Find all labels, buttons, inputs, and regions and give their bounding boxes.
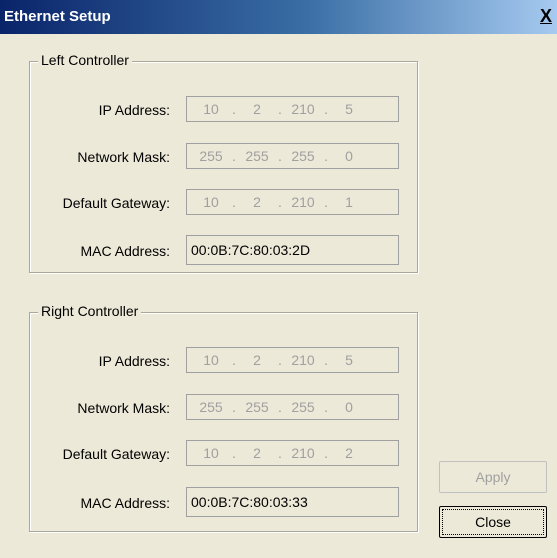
left-ip-address-field[interactable]: 10. 2. 210. 5 bbox=[186, 96, 399, 122]
left-mac-address-value: 00:0B:7C:80:03:2D bbox=[186, 235, 399, 265]
right-mac-address-value: 00:0B:7C:80:03:33 bbox=[186, 487, 399, 517]
ip-octet[interactable]: 5 bbox=[331, 352, 367, 368]
right-mask-label: Network Mask: bbox=[77, 400, 170, 416]
mask-octet[interactable]: 255 bbox=[239, 399, 275, 415]
close-window-icon[interactable]: X bbox=[537, 6, 555, 26]
right-network-mask-field[interactable]: 255. 255. 255. 0 bbox=[186, 394, 399, 420]
right-gateway-label: Default Gateway: bbox=[62, 446, 170, 462]
mask-octet[interactable]: 255 bbox=[285, 399, 321, 415]
ip-octet[interactable]: 210 bbox=[285, 101, 321, 117]
right-default-gateway-field[interactable]: 10. 2. 210. 2 bbox=[186, 440, 399, 466]
gateway-octet[interactable]: 2 bbox=[239, 194, 275, 210]
gateway-octet[interactable]: 1 bbox=[331, 194, 367, 210]
gateway-octet[interactable]: 210 bbox=[285, 445, 321, 461]
gateway-octet[interactable]: 10 bbox=[193, 445, 229, 461]
left-default-gateway-field[interactable]: 10. 2. 210. 1 bbox=[186, 189, 399, 215]
right-controller-title: Right Controller bbox=[38, 303, 142, 319]
ip-octet[interactable]: 10 bbox=[193, 101, 229, 117]
gateway-octet[interactable]: 10 bbox=[193, 194, 229, 210]
left-ip-label: IP Address: bbox=[98, 102, 170, 118]
ip-octet[interactable]: 10 bbox=[193, 352, 229, 368]
ip-octet[interactable]: 210 bbox=[285, 352, 321, 368]
left-gateway-label: Default Gateway: bbox=[62, 195, 170, 211]
gateway-octet[interactable]: 2 bbox=[239, 445, 275, 461]
apply-button[interactable]: Apply bbox=[439, 461, 547, 493]
left-mac-label: MAC Address: bbox=[80, 243, 170, 259]
gateway-octet[interactable]: 2 bbox=[331, 445, 367, 461]
ethernet-setup-dialog: Ethernet Setup X Left Controller IP Addr… bbox=[0, 0, 557, 558]
mask-octet[interactable]: 0 bbox=[331, 399, 367, 415]
left-controller-title: Left Controller bbox=[38, 52, 132, 68]
ip-octet[interactable]: 5 bbox=[331, 101, 367, 117]
mask-octet[interactable]: 255 bbox=[193, 399, 229, 415]
right-mac-label: MAC Address: bbox=[80, 495, 170, 511]
title-bar: Ethernet Setup X bbox=[0, 0, 557, 34]
ip-octet[interactable]: 2 bbox=[239, 101, 275, 117]
left-mask-label: Network Mask: bbox=[77, 149, 170, 165]
left-network-mask-field[interactable]: 255. 255. 255. 0 bbox=[186, 143, 399, 169]
window-title: Ethernet Setup bbox=[4, 8, 111, 25]
right-ip-address-field[interactable]: 10. 2. 210. 5 bbox=[186, 347, 399, 373]
ip-octet[interactable]: 2 bbox=[239, 352, 275, 368]
mask-octet[interactable]: 255 bbox=[285, 148, 321, 164]
gateway-octet[interactable]: 210 bbox=[285, 194, 321, 210]
mask-octet[interactable]: 255 bbox=[239, 148, 275, 164]
mask-octet[interactable]: 255 bbox=[193, 148, 229, 164]
mask-octet[interactable]: 0 bbox=[331, 148, 367, 164]
right-ip-label: IP Address: bbox=[98, 353, 170, 369]
close-button[interactable]: Close bbox=[439, 506, 547, 538]
